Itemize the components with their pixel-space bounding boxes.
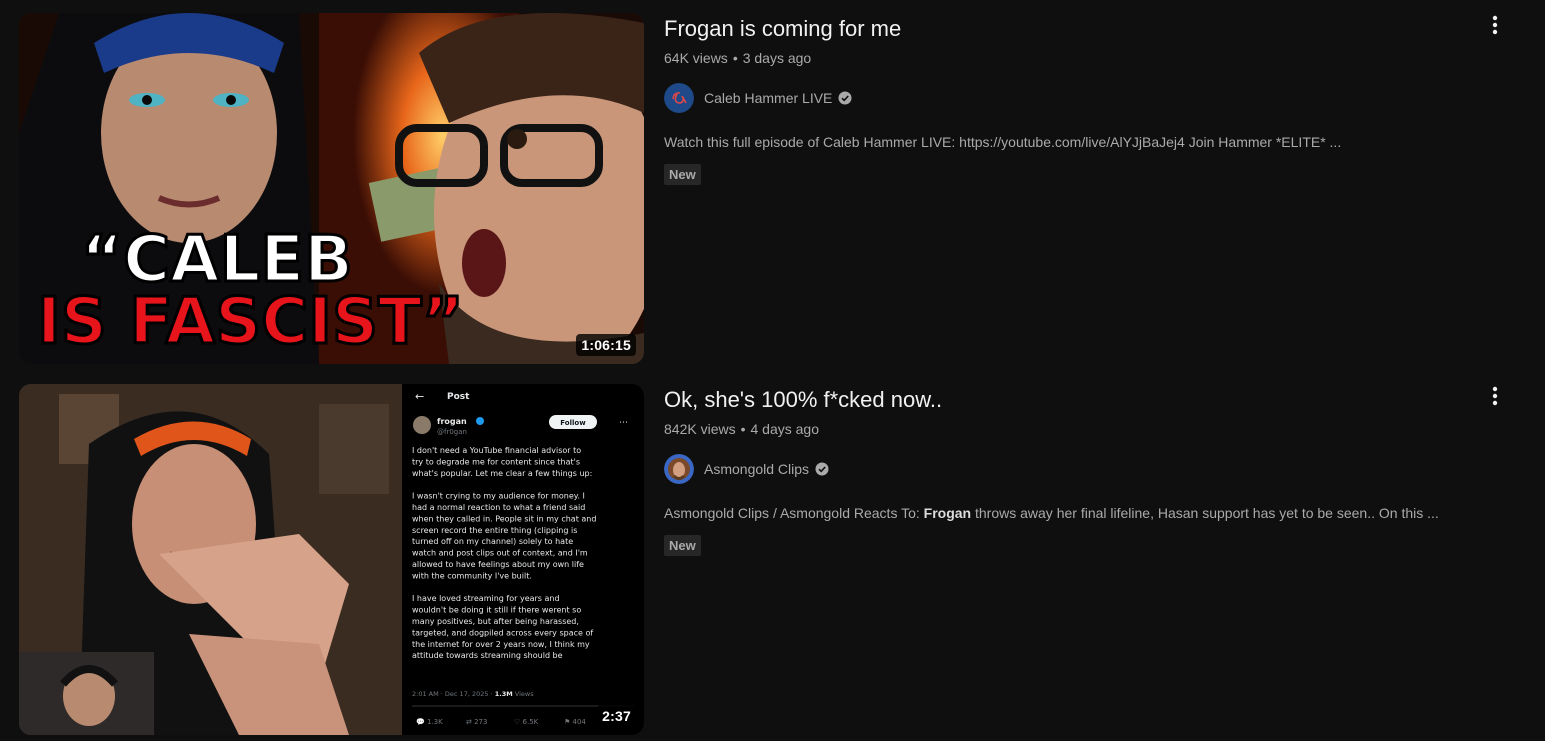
- channel-row[interactable]: Asmongold Clips: [664, 454, 1494, 484]
- post-repost-count: ⇄ 273: [466, 718, 487, 726]
- meta-separator: •: [732, 50, 738, 66]
- post-text-line: allowed to have feelings about my own li…: [412, 560, 584, 569]
- video-description: Asmongold Clips / Asmongold Reacts To: F…: [664, 505, 1439, 521]
- thumbnail-image: “CALEB IS FASCIST”: [19, 13, 644, 364]
- post-text-line: targeted, and dogpiled across every spac…: [412, 628, 593, 637]
- channel-avatar[interactable]: [664, 83, 694, 113]
- new-badge: New: [664, 164, 701, 185]
- video-thumbnail[interactable]: “CALEB IS FASCIST” 1:06:15: [19, 13, 644, 364]
- post-text-line: turned off on my channel) solely to hate: [412, 537, 573, 546]
- post-text-line: I wasn't crying to my audience for money…: [412, 492, 585, 501]
- post-author-handle: @fr0gan: [437, 428, 467, 436]
- thumbnail-caption-line2: IS FASCIST”: [37, 285, 464, 359]
- post-like-count: ♡ 6.5K: [514, 718, 539, 726]
- channel-name[interactable]: Caleb Hammer LIVE: [704, 90, 832, 106]
- channel-name[interactable]: Asmongold Clips: [704, 461, 809, 477]
- post-text-line: attitude towards streaming should be: [412, 651, 563, 660]
- post-text-line: many positives, but after being harassed…: [412, 617, 579, 626]
- verified-icon: [838, 91, 852, 105]
- video-meta: 64K views • 3 days ago: [664, 48, 1494, 68]
- post-back-arrow: ←: [415, 390, 424, 403]
- video-result[interactable]: “CALEB IS FASCIST” 1:06:15 Frogan is com…: [19, 13, 1519, 364]
- post-header: Post: [447, 392, 470, 402]
- channel-row[interactable]: Caleb Hammer LIVE: [664, 83, 1494, 113]
- video-description: Watch this full episode of Caleb Hammer …: [664, 134, 1342, 150]
- meta-separator: •: [740, 421, 746, 437]
- post-text-line: had a normal reaction to what a friend s…: [412, 503, 585, 512]
- video-result[interactable]: ← Post frogan @fr0gan Follow ⋯ I don't n…: [19, 384, 1519, 735]
- new-badge: New: [664, 535, 701, 556]
- upload-age: 4 days ago: [750, 421, 820, 437]
- post-text-line: I don't need a YouTube financial advisor…: [412, 446, 581, 455]
- verified-icon: [815, 462, 829, 476]
- video-title[interactable]: Frogan is coming for me: [664, 14, 1494, 44]
- post-text-line: I have loved streaming for years and: [412, 594, 560, 603]
- post-text-line: watch and post clips out of context, and…: [412, 549, 588, 558]
- more-options-button[interactable]: [1483, 13, 1507, 37]
- post-text-line: screen record the entire thing (clipping…: [412, 526, 577, 535]
- post-text-line: the internet for over 2 years now, I thi…: [412, 640, 590, 649]
- video-duration: 1:06:15: [576, 334, 636, 356]
- more-options-button[interactable]: [1483, 384, 1507, 408]
- post-follow-button: Follow: [560, 419, 586, 427]
- thumbnail-image: ← Post frogan @fr0gan Follow ⋯ I don't n…: [19, 384, 644, 735]
- channel-avatar[interactable]: [664, 454, 694, 484]
- video-thumbnail[interactable]: ← Post frogan @fr0gan Follow ⋯ I don't n…: [19, 384, 644, 735]
- post-text-line: what's popular. Let me clear a few thing…: [412, 469, 592, 478]
- post-more-icon: ⋯: [619, 418, 628, 428]
- post-text-line: try to degrade me for content since that…: [412, 457, 580, 466]
- post-reply-count: 💬 1.3K: [416, 717, 443, 726]
- description-highlight: Frogan: [923, 505, 972, 521]
- more-vert-icon: [1492, 386, 1498, 406]
- post-text-line: when they called in. People sit in my ch…: [412, 514, 596, 523]
- video-info: Frogan is coming for me 64K views • 3 days…: [664, 13, 1494, 185]
- upload-age: 3 days ago: [742, 50, 812, 66]
- more-vert-icon: [1492, 15, 1498, 35]
- video-title[interactable]: Ok, she's 100% f*cked now..: [664, 385, 1494, 415]
- post-author-name: frogan: [437, 417, 467, 426]
- view-count: 64K views: [664, 50, 728, 66]
- video-duration: 2:37: [597, 705, 636, 727]
- video-info: Ok, she's 100% f*cked now.. 842K views • 4…: [664, 384, 1494, 556]
- view-count: 842K views: [664, 421, 736, 437]
- post-text-line: wouldn't be doing it still if there were…: [412, 606, 581, 615]
- post-text-line: with the community I've built.: [412, 571, 532, 580]
- post-timestamp: 2:01 AM · Dec 17, 2025 · 1.3M Views: [412, 690, 534, 698]
- post-bookmark-count: ⚑ 404: [564, 718, 586, 726]
- video-meta: 842K views • 4 days ago: [664, 419, 1494, 439]
